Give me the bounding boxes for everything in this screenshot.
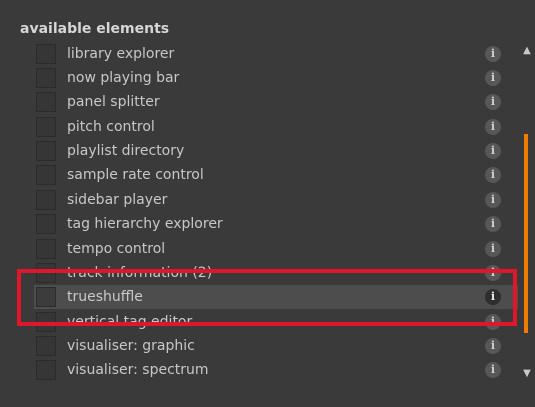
list-item-pitch-control[interactable]: pitch control i [34,117,518,141]
list-item-visualiser-graphic[interactable]: visualiser: graphic i [34,336,518,360]
info-icon[interactable]: i [485,241,501,257]
info-icon[interactable]: i [485,362,501,378]
item-label: playlist directory [67,143,185,159]
checkbox[interactable] [36,214,56,234]
info-icon[interactable]: i [485,70,501,86]
checkbox[interactable] [36,360,56,380]
available-elements-panel: available elements library explorer i no… [0,0,535,407]
info-icon[interactable]: i [485,119,501,135]
item-label: sample rate control [67,167,204,183]
list-item-tag-hierarchy-explorer[interactable]: tag hierarchy explorer i [34,214,518,238]
checkbox[interactable] [36,239,56,259]
item-label: visualiser: spectrum [67,362,209,378]
list-item-tempo-control[interactable]: tempo control i [34,239,518,263]
info-icon[interactable]: i [485,167,501,183]
elements-list[interactable]: library explorer i now playing bar i pan… [34,42,518,384]
checkbox[interactable] [36,165,56,185]
item-label: visualiser: graphic [67,338,195,354]
item-label: now playing bar [67,70,180,86]
checkbox[interactable] [36,336,56,356]
checkbox[interactable] [36,68,56,88]
info-icon[interactable]: i [485,143,501,159]
scroll-down-arrow-icon[interactable]: ▼ [521,368,533,379]
info-icon[interactable]: i [485,94,501,110]
item-label: tag hierarchy explorer [67,216,223,232]
item-label: panel splitter [67,94,160,110]
checkbox[interactable] [36,44,56,64]
list-item-sample-rate-control[interactable]: sample rate control i [34,165,518,189]
info-icon[interactable]: i [485,46,501,62]
item-label: library explorer [67,46,175,62]
checkbox[interactable] [36,92,56,112]
list-item-library-explorer[interactable]: library explorer i [34,44,518,68]
list-item-playlist-directory[interactable]: playlist directory i [34,141,518,165]
checkbox[interactable] [36,141,56,161]
highlight-box [17,269,517,326]
item-label: sidebar player [67,192,168,208]
scrollbar-thumb[interactable] [524,134,528,333]
section-title: available elements [20,21,170,37]
info-icon[interactable]: i [485,192,501,208]
checkbox[interactable] [36,117,56,137]
list-item-visualiser-spectrum[interactable]: visualiser: spectrum i [34,360,518,384]
item-label: tempo control [67,241,166,257]
scroll-up-arrow-icon[interactable]: ▲ [521,45,533,56]
list-item-panel-splitter[interactable]: panel splitter i [34,92,518,116]
list-item-now-playing-bar[interactable]: now playing bar i [34,68,518,92]
info-icon[interactable]: i [485,338,501,354]
list-item-sidebar-player[interactable]: sidebar player i [34,190,518,214]
info-icon[interactable]: i [485,216,501,232]
item-label: pitch control [67,119,155,135]
checkbox[interactable] [36,190,56,210]
